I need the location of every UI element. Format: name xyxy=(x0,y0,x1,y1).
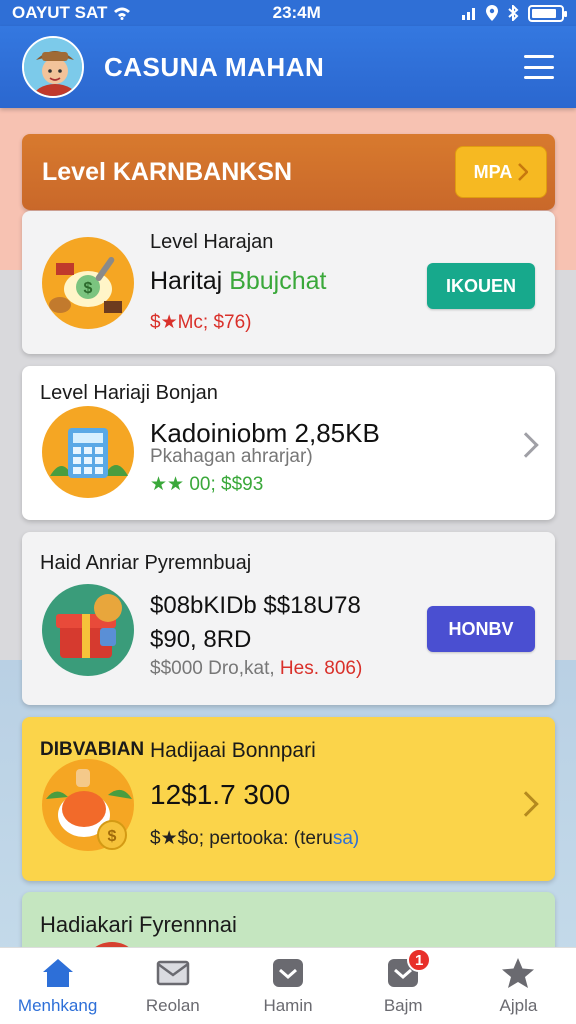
carrier-label: OAYUT SAT xyxy=(12,3,108,22)
card-1-action-button[interactable]: IKOUEN xyxy=(427,263,535,309)
tab-home-label: Menhkang xyxy=(17,996,98,1015)
card-3-title: $08bKIDb $$18U78 xyxy=(150,592,361,619)
clock: 23:4M xyxy=(272,3,321,22)
card-3-details-a: $$000 Dro,kat, xyxy=(150,658,275,679)
card-4-details-a: $★$o; pertooka: (teru xyxy=(150,828,333,849)
card-1-title-a: Haritaj xyxy=(150,267,223,295)
chevron-right-icon xyxy=(518,163,529,181)
svg-text:$: $ xyxy=(84,280,93,297)
card-3-amount: $90, 8RD xyxy=(150,626,252,653)
tab-messages[interactable]: Hamin xyxy=(230,948,345,1024)
banner-button-label: MPA xyxy=(473,161,513,182)
cooking-pot-icon: $ xyxy=(42,237,134,329)
notification-badge: 1 xyxy=(407,948,432,972)
card-2-heading: Level Hariaji Bonjan xyxy=(40,382,218,404)
chevron-right-icon[interactable] xyxy=(513,791,539,817)
card-4-details-b: sa) xyxy=(332,828,360,849)
calculator-icon xyxy=(42,406,134,498)
card-2-stats: ★★ 00; $$93 xyxy=(150,474,264,495)
inbox-icon: 1 xyxy=(385,948,432,990)
reward-card-2[interactable]: Level Hariaji Bonjan Kadoiniobm 2,85KB P… xyxy=(22,366,555,520)
card-1-title: Haritaj Bbujchat xyxy=(150,267,327,296)
signal-icon xyxy=(462,8,475,20)
app-title: CASUNA MAHAN xyxy=(104,51,325,82)
bluetooth-icon xyxy=(508,5,519,21)
star-icon xyxy=(502,958,535,988)
home-icon xyxy=(42,959,73,987)
card-4-details: $★$o; pertooka: (terusa) xyxy=(150,827,359,850)
mail-icon xyxy=(156,960,190,986)
card-1-heading: Level Harajan xyxy=(150,231,274,253)
tab-favorites[interactable]: Ajpla xyxy=(461,948,576,1024)
location-icon xyxy=(486,5,498,21)
message-icon xyxy=(273,959,303,987)
card-3-details: $$000 Dro,kat, Hes. 806) xyxy=(150,658,362,680)
reward-card-4[interactable]: DIBVABIAN Hadijaai Bonnpari $ 12$1.7 300… xyxy=(22,717,555,881)
tab-home[interactable]: Menhkang xyxy=(0,948,115,1024)
tab-messages-label: Hamin xyxy=(263,996,313,1015)
card-3-action-button[interactable]: HONBV xyxy=(427,606,535,652)
tab-mail-label: Reolan xyxy=(145,996,200,1015)
card-4-heading: Hadijaai Bonnpari xyxy=(150,739,316,762)
banner-button[interactable]: MPA xyxy=(455,146,547,198)
battery-icon xyxy=(528,4,567,22)
avatar[interactable] xyxy=(22,36,84,98)
reward-card-1[interactable]: $ Level Harajan Haritaj Bbujchat $★Mc; $… xyxy=(22,211,555,354)
tab-favorites-label: Ajpla xyxy=(499,996,538,1015)
card-3-details-b: Hes. 806) xyxy=(279,658,363,679)
money-bag-icon: $ xyxy=(42,759,134,851)
gift-chest-icon xyxy=(42,584,134,676)
card-5-heading: Hadiakari Fyrennnai xyxy=(40,912,237,937)
tab-inbox[interactable]: 1 Bajm xyxy=(346,948,461,1024)
svg-text:$: $ xyxy=(108,828,117,845)
card-2-subtitle: Pkahagan ahrarjar) xyxy=(150,446,313,467)
chevron-right-icon[interactable] xyxy=(513,432,539,458)
bottom-tab-bar: Menhkang Reolan Hamin 1 Bajm Ajpla xyxy=(0,947,576,1024)
tab-mail[interactable]: Reolan xyxy=(115,948,230,1024)
card-2-title: Kadoiniobm 2,85KB xyxy=(150,418,380,448)
level-banner: Level KARNBANKSN MPA xyxy=(22,134,555,210)
card-4-amount: 12$1.7 300 xyxy=(150,779,291,810)
card-4-badge: DIBVABIAN xyxy=(40,739,145,760)
wifi-icon xyxy=(114,7,131,20)
menu-icon[interactable] xyxy=(524,55,554,79)
level-banner-title: Level KARNBANKSN xyxy=(42,157,293,186)
tab-inbox-label: Bajm xyxy=(383,996,423,1015)
status-bar: OAYUT SAT 23:4M xyxy=(0,0,576,26)
card-1-price: $★Mc; $76) xyxy=(150,312,252,333)
card-1-title-b: Bbujchat xyxy=(229,267,327,295)
app-header: CASUNA MAHAN xyxy=(0,26,576,108)
card-3-heading: Haid Anriar Pyremnbuaj xyxy=(40,552,252,574)
reward-card-3[interactable]: Haid Anriar Pyremnbuaj $08bKIDb $$18U78 … xyxy=(22,532,555,705)
